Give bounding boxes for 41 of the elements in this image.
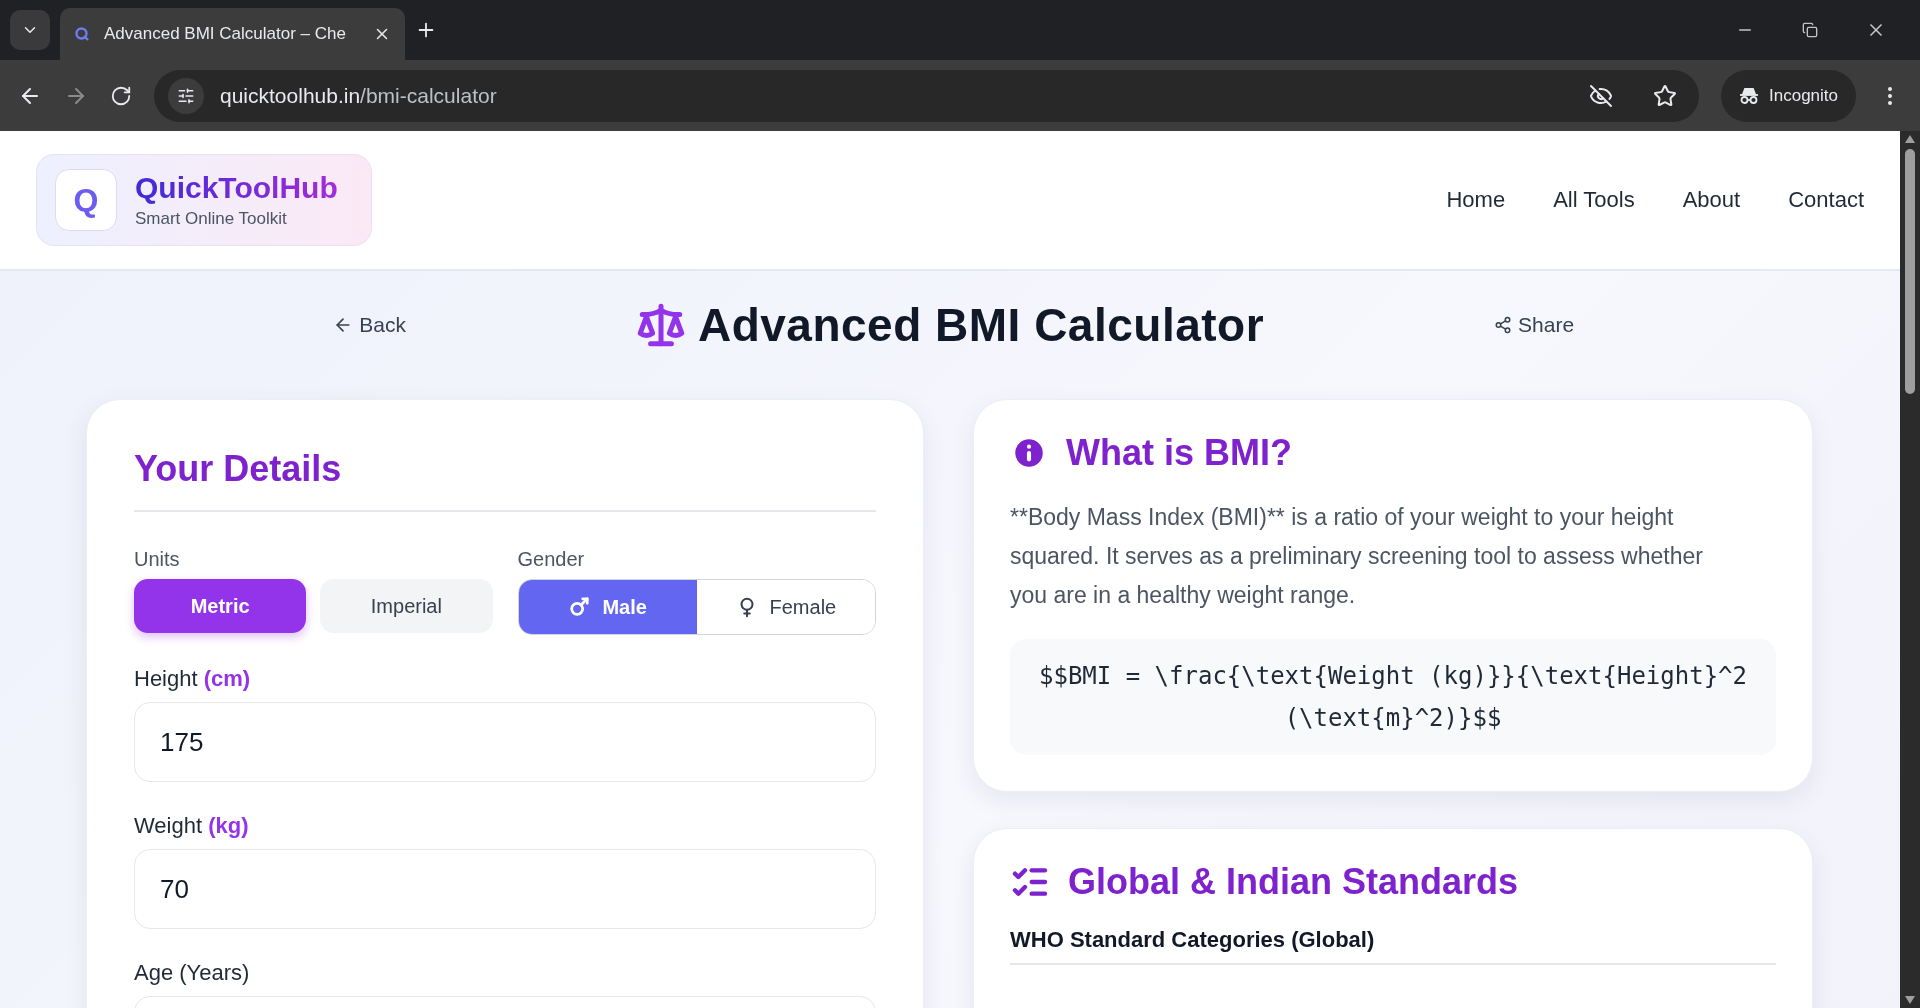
- gender-label: Gender: [517, 548, 586, 571]
- card-title: Your Details: [134, 448, 343, 490]
- share-icon: [1494, 316, 1513, 334]
- field-label: Height (cm): [134, 666, 252, 692]
- number-field[interactable]: 70: [134, 849, 876, 929]
- share-link[interactable]: Share: [1494, 313, 1575, 337]
- nav-link[interactable]: Home: [1446, 187, 1506, 213]
- formula-block: $$BMI = \frac{\text{Weight (kg)}}{\text{Height}^2 (\text{m}^2)}$$: [1010, 639, 1776, 755]
- bookmark-star-icon[interactable]: [1653, 83, 1677, 108]
- back-link[interactable]: Back: [333, 313, 406, 337]
- logo-mark: Q: [55, 169, 117, 231]
- male-icon: [568, 596, 591, 618]
- scroll-down-arrow-icon[interactable]: [1905, 996, 1915, 1004]
- field-label: Age (Years): [134, 960, 251, 986]
- scroll-up-arrow-icon[interactable]: [1905, 135, 1915, 143]
- nav-link[interactable]: About: [1682, 187, 1741, 213]
- browser-tab[interactable]: Advanced BMI Calculator – Che: [60, 8, 405, 60]
- card-title: What is BMI?: [1066, 432, 1292, 474]
- incognito-icon: [1739, 86, 1759, 105]
- unit-toggle[interactable]: Metric: [134, 579, 307, 633]
- tab-title: Advanced BMI Calculator – Che: [104, 24, 347, 44]
- reload-icon[interactable]: [110, 84, 132, 107]
- logo-card[interactable]: Q QuickToolHub Smart Online Toolkit: [36, 154, 372, 246]
- bmi-description: **Body Mass Index (BMI)** is a ratio of your weight to your height squared. It serves as a preliminary screening tool to assess whether you are in a healthy weight range.: [1010, 503, 1704, 610]
- field-label: Weight (kg): [134, 813, 250, 839]
- eye-off-icon[interactable]: [1589, 83, 1613, 108]
- card-title: Global & Indian Standards: [1068, 861, 1519, 903]
- section-subtitle: WHO Standard Categories (Global): [1010, 927, 1776, 965]
- nav-link[interactable]: All Tools: [1553, 187, 1635, 213]
- unit-toggle[interactable]: Imperial: [320, 579, 493, 633]
- page-title: Advanced BMI Calculator: [697, 298, 1265, 352]
- site-settings-icon[interactable]: [168, 77, 204, 114]
- scrollbar-thumb[interactable]: [1905, 149, 1915, 394]
- units-label: Units: [134, 548, 181, 571]
- incognito-button[interactable]: Incognito: [1721, 69, 1856, 122]
- number-field[interactable]: 175: [134, 702, 876, 782]
- gender-option[interactable]: Male: [518, 580, 697, 634]
- favicon-icon: [74, 26, 90, 42]
- nav-link[interactable]: Contact: [1788, 187, 1864, 213]
- restore-icon[interactable]: [1802, 20, 1818, 40]
- brand-tagline: Smart Online Toolkit: [135, 209, 288, 229]
